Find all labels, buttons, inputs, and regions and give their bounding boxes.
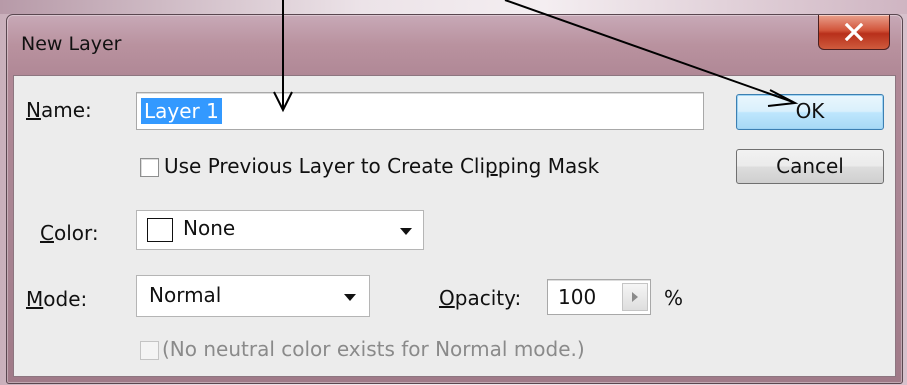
opacity-unit: %: [664, 286, 684, 310]
mode-select-value: Normal: [149, 283, 222, 307]
opacity-value: 100: [558, 285, 597, 309]
color-label: Color:: [40, 221, 99, 245]
name-label: Name:: [26, 98, 92, 122]
dialog-title: New Layer: [21, 33, 122, 55]
mode-label: Mode:: [26, 287, 88, 311]
close-icon: [844, 23, 864, 41]
clipping-mask-checkbox[interactable]: [140, 158, 159, 177]
name-input-value: Layer 1: [141, 98, 222, 124]
swatch-icon: [147, 218, 173, 242]
ok-button[interactable]: OK: [736, 94, 884, 130]
neutral-color-checkbox[interactable]: [140, 341, 159, 360]
cancel-button[interactable]: Cancel: [736, 149, 884, 184]
neutral-color-label: (No neutral color exists for Normal mode…: [162, 337, 585, 361]
name-input[interactable]: Layer 1: [136, 92, 704, 130]
new-layer-dialog: New Layer Name: Layer 1 OK Cancel Use Pr…: [6, 14, 903, 384]
desktop-background: [0, 0, 907, 14]
chevron-down-icon: [344, 294, 356, 301]
dialog-body: Name: Layer 1 OK Cancel Use Previous Lay…: [13, 75, 896, 377]
opacity-input[interactable]: 100: [547, 279, 651, 315]
opacity-label: Opacity:: [439, 286, 522, 310]
triangle-right-icon: [632, 292, 638, 302]
clipping-mask-label: Use Previous Layer to Create Clipping Ma…: [164, 154, 600, 178]
color-select-value: None: [183, 216, 236, 240]
chevron-down-icon: [400, 228, 412, 235]
title-bar[interactable]: New Layer: [7, 15, 902, 75]
color-select[interactable]: None: [136, 210, 424, 250]
mode-select[interactable]: Normal: [136, 275, 370, 317]
close-button[interactable]: [818, 15, 890, 50]
opacity-spinner-button[interactable]: [622, 283, 648, 311]
